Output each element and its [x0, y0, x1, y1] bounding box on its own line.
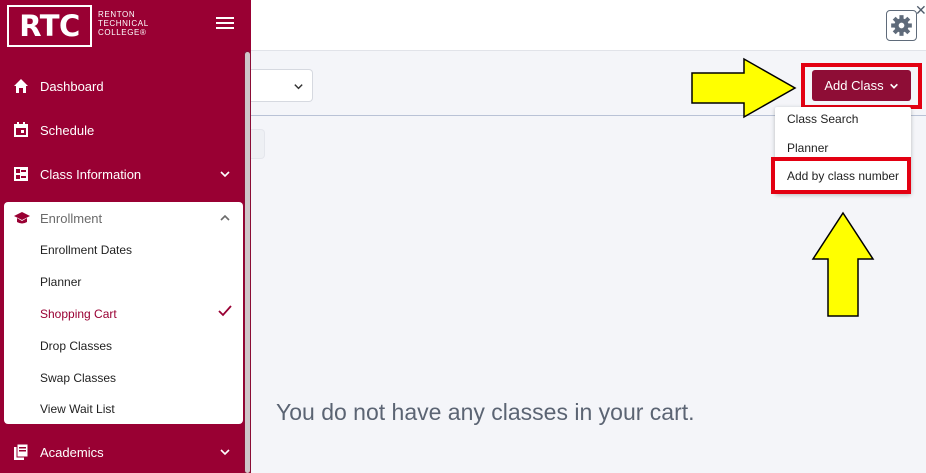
sidebar-item-schedule[interactable]: Schedule [0, 108, 244, 152]
sidebar-item-dashboard[interactable]: Dashboard [0, 64, 244, 108]
add-class-button[interactable]: Add Class [812, 70, 911, 101]
chevron-down-icon [220, 449, 230, 456]
sidebar: RTC RENTON TECHNICAL COLLEGE® Dashboard … [0, 0, 251, 473]
graduation-cap-icon [14, 212, 30, 224]
close-icon[interactable]: ✕ [915, 2, 926, 19]
gear-icon [891, 15, 912, 36]
sidebar-subitem-swap-classes[interactable]: Swap Classes [40, 371, 116, 385]
sidebar-subitem-enrollment-dates[interactable]: Enrollment Dates [40, 243, 132, 257]
menu-item-class-search[interactable]: Class Search [787, 112, 858, 126]
menu-toggle-icon[interactable] [216, 17, 234, 31]
checkmark-icon [218, 305, 232, 317]
sidebar-subitem-shopping-cart[interactable]: Shopping Cart [40, 307, 117, 321]
sidebar-subitem-view-wait-list[interactable]: View Wait List [40, 402, 115, 416]
logo[interactable]: RTC RENTON TECHNICAL COLLEGE® [0, 0, 251, 51]
empty-cart-message: You do not have any classes in your cart… [276, 399, 695, 425]
calendar-icon [14, 122, 28, 137]
sidebar-item-label: Schedule [40, 122, 95, 138]
sidebar-subitem-drop-classes[interactable]: Drop Classes [40, 339, 112, 353]
document-icon [14, 444, 29, 460]
sidebar-item-academics[interactable]: Academics [0, 430, 244, 473]
logo-text: RENTON TECHNICAL COLLEGE® [98, 10, 149, 37]
chevron-down-icon [220, 171, 230, 178]
menu-item-planner[interactable]: Planner [787, 141, 828, 155]
sidebar-item-enrollment[interactable]: Enrollment [4, 202, 243, 234]
chevron-down-icon [889, 83, 898, 89]
logo-mark: RTC [7, 5, 92, 47]
list-icon [14, 167, 28, 181]
enrollment-panel: Enrollment Enrollment Dates Planner Shop… [4, 202, 243, 424]
arrow-up-icon [811, 211, 875, 317]
sidebar-item-label: Academics [40, 444, 104, 460]
sidebar-scrollbar-thumb[interactable] [245, 52, 250, 473]
chevron-down-icon [294, 84, 303, 90]
sidebar-item-label: Dashboard [40, 78, 104, 94]
top-bar [251, 0, 926, 51]
sidebar-item-class-information[interactable]: Class Information [0, 152, 244, 196]
term-select[interactable] [251, 69, 313, 102]
home-icon [14, 79, 28, 93]
sidebar-item-label: Class Information [40, 166, 142, 182]
filter-chip[interactable] [251, 129, 265, 159]
settings-button[interactable] [886, 10, 917, 41]
highlight-box [771, 157, 911, 194]
chevron-up-icon [220, 214, 230, 221]
sidebar-item-label: Enrollment [40, 211, 103, 226]
sidebar-subitem-planner[interactable]: Planner [40, 275, 81, 289]
